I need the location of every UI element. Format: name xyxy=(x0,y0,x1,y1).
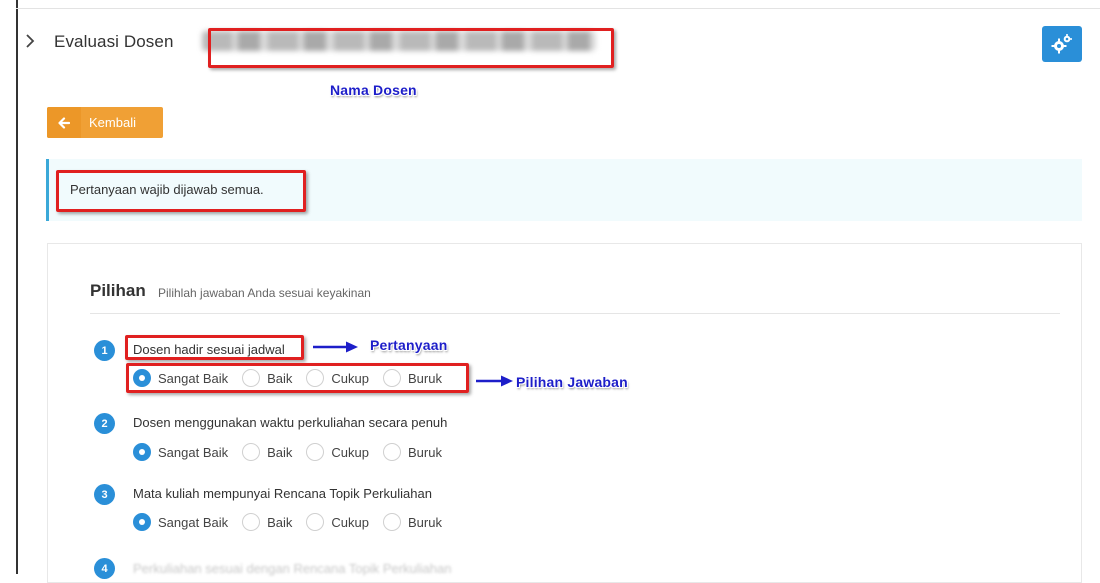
settings-button[interactable] xyxy=(1042,26,1082,62)
back-button[interactable]: Kembali xyxy=(47,107,163,138)
callout-nama-dosen: Nama Dosen xyxy=(330,82,417,98)
page: Evaluasi Dosen Nama Dosen Kembali Pertan… xyxy=(0,0,1100,583)
radio-checked[interactable] xyxy=(133,513,151,531)
radio[interactable] xyxy=(306,443,325,461)
radio[interactable] xyxy=(382,513,401,531)
annotation-box-alert xyxy=(56,170,306,212)
gears-icon xyxy=(1051,34,1072,54)
radio[interactable] xyxy=(306,513,325,531)
section-divider xyxy=(90,313,1060,314)
option-label: Buruk xyxy=(407,444,442,460)
question-number: 1 xyxy=(94,340,115,361)
callout-pertanyaan: Pertanyaan xyxy=(370,337,448,353)
option-baik[interactable]: Baik xyxy=(242,513,292,531)
option-cukup[interactable]: Cukup xyxy=(306,513,369,531)
question-number: 3 xyxy=(94,484,115,505)
answer-options: Sangat Baik Baik Cukup Buruk xyxy=(133,511,456,533)
option-label: Sangat Baik xyxy=(158,444,229,460)
option-label: Cukup xyxy=(331,444,369,460)
radio-checked[interactable] xyxy=(133,443,151,461)
option-label: Baik xyxy=(267,514,293,530)
option-cukup[interactable]: Cukup xyxy=(306,443,369,461)
annotation-box-question xyxy=(125,335,304,360)
option-baik[interactable]: Baik xyxy=(242,443,292,461)
radio[interactable] xyxy=(382,443,401,461)
option-sangat-baik[interactable]: Sangat Baik xyxy=(133,513,228,531)
option-label: Cukup xyxy=(331,514,369,530)
option-buruk[interactable]: Buruk xyxy=(382,513,442,531)
chevron-right-icon xyxy=(26,34,35,48)
option-buruk[interactable]: Buruk xyxy=(382,443,442,461)
annotation-box-answers xyxy=(126,363,469,393)
option-label: Baik xyxy=(267,444,293,460)
radio[interactable] xyxy=(242,513,261,531)
question-number: 2 xyxy=(94,413,115,434)
option-label: Sangat Baik xyxy=(158,514,229,530)
back-button-label: Kembali xyxy=(89,115,136,130)
callout-arrow-right-icon xyxy=(476,375,513,387)
annotation-box-lecturer-name xyxy=(208,28,614,68)
radio[interactable] xyxy=(242,443,261,461)
arrow-left-icon xyxy=(47,107,81,138)
section-subtitle: Pilihlah jawaban Anda sesuai keyakinan xyxy=(158,286,371,300)
page-title: Evaluasi Dosen xyxy=(54,32,174,51)
question-text: Dosen menggunakan waktu perkuliahan seca… xyxy=(133,415,448,430)
option-label: Buruk xyxy=(407,514,442,530)
option-sangat-baik[interactable]: Sangat Baik xyxy=(133,443,228,461)
question-number: 4 xyxy=(94,558,115,579)
answer-options: Sangat Baik Baik Cukup Buruk xyxy=(133,441,456,463)
question-text: Mata kuliah mempunyai Rencana Topik Perk… xyxy=(133,486,432,501)
callout-pilihan-jawaban: Pilihan Jawaban xyxy=(516,374,628,390)
section-title: Pilihan xyxy=(90,281,146,300)
callout-arrow-right-icon xyxy=(313,341,358,353)
